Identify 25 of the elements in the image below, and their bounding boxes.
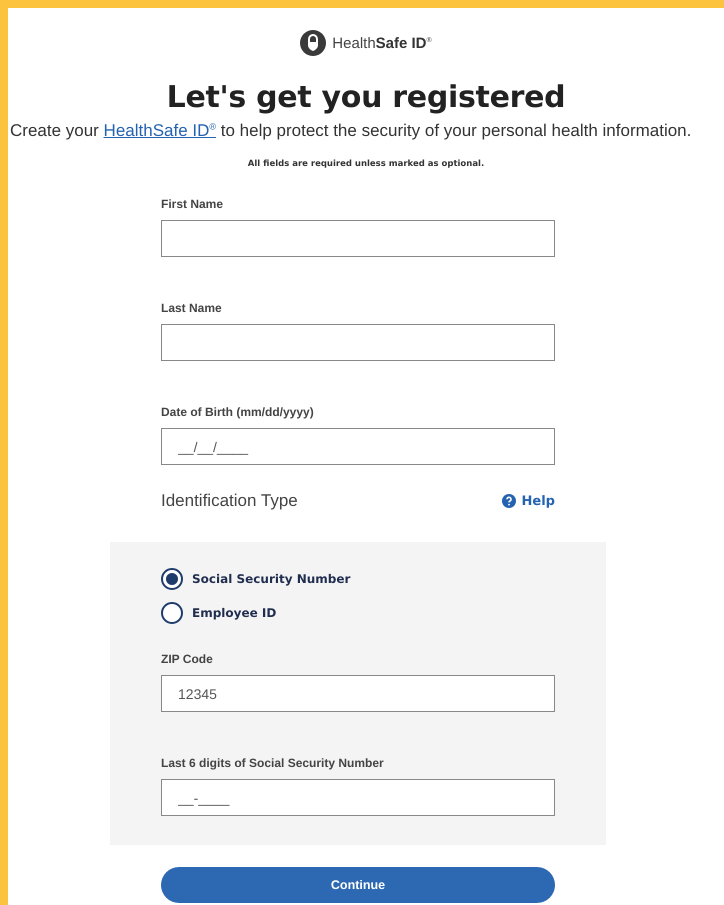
help-label: Help	[522, 494, 555, 508]
radio-label[interactable]: Employee ID	[192, 606, 276, 620]
required-note: All fields are required unless marked as optional.	[248, 159, 484, 169]
field-label: Date of Birth (mm/dd/yyyy)	[161, 405, 315, 419]
page-heading: Let's get you registered	[166, 80, 566, 115]
logo-text: HealthSafe ID$^{®}$	[332, 34, 432, 52]
section-title: Identification Type	[161, 491, 298, 511]
intro-text: Create your HealthSafe ID$^{®}$ to help protect the security of your personal health information.	[10, 121, 692, 141]
input-field[interactable]: __/__/____	[161, 428, 555, 465]
field-label: Last Name	[161, 301, 223, 315]
input-field[interactable]: __-____	[161, 779, 555, 816]
field-label: ZIP Code	[161, 652, 214, 666]
lock-icon	[300, 30, 326, 56]
field-label: First Name	[161, 197, 224, 211]
radio-button[interactable]	[161, 602, 183, 624]
field-label: Last 6 digits of Social Security Number	[161, 756, 385, 770]
radio-label[interactable]: Social Security Number	[192, 572, 350, 586]
help-icon	[502, 494, 516, 508]
healthsafe-link[interactable]: HealthSafe ID$^{®}$	[104, 121, 216, 140]
input-field[interactable]: 12345	[161, 675, 555, 712]
continue-button[interactable]: Continue	[161, 867, 555, 903]
input-field[interactable]	[161, 220, 555, 257]
input-field[interactable]	[161, 324, 555, 361]
help-link[interactable]: Help	[502, 494, 555, 508]
radio-button[interactable]	[161, 568, 183, 590]
